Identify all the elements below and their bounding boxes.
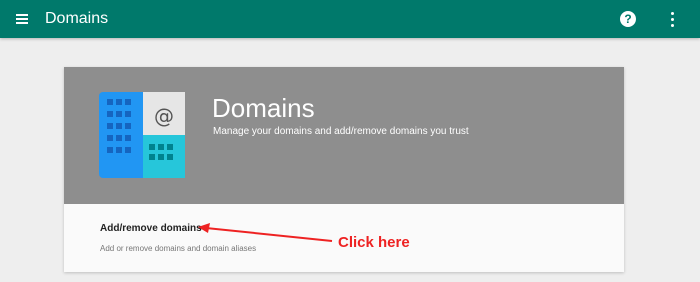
add-remove-domains-link[interactable]: Add/remove domains: [100, 223, 202, 234]
domains-building-icon: @: [99, 92, 185, 178]
card-title: Domains: [212, 93, 315, 123]
card-subtitle: Manage your domains and add/remove domai…: [213, 126, 469, 137]
top-app-bar: Domains ?: [0, 0, 700, 38]
click-here-annotation: Click here: [338, 234, 410, 251]
app-bar-title: Domains: [45, 10, 109, 27]
card-header: @ Domains Manage your domains and add/re…: [64, 67, 624, 204]
help-icon[interactable]: ?: [620, 11, 636, 27]
annotation-arrow: [198, 223, 333, 242]
hamburger-menu-icon[interactable]: [12, 9, 32, 29]
at-sign-icon: @: [154, 104, 174, 128]
more-vertical-icon[interactable]: [668, 10, 678, 28]
